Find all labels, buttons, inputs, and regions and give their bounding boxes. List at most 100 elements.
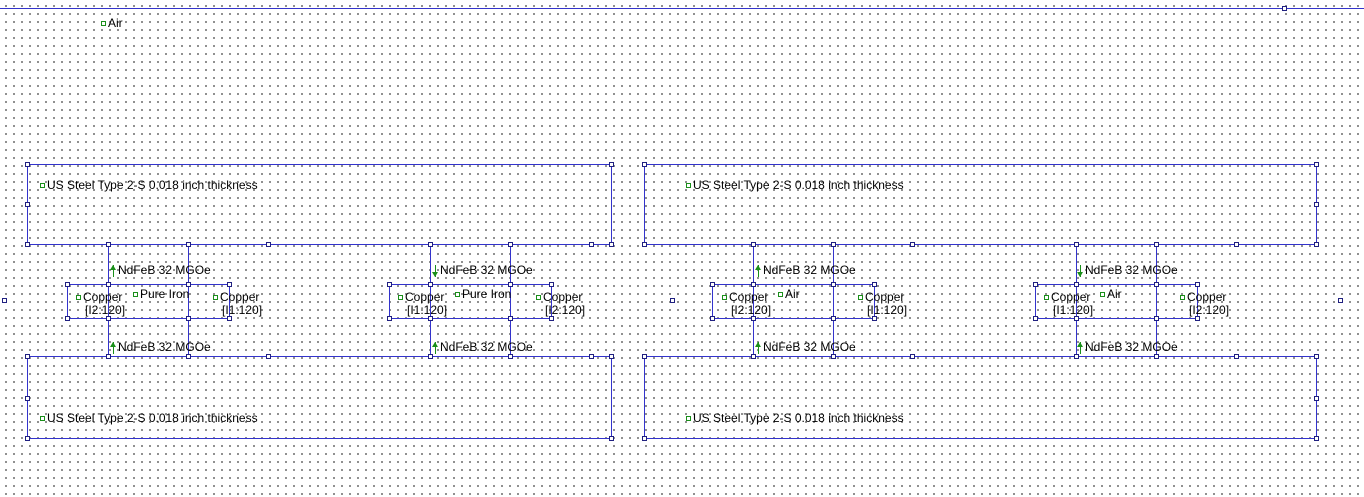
geometry-node[interactable] xyxy=(642,436,647,441)
geometry-nodes[interactable] xyxy=(2,6,1343,441)
geometry-node[interactable] xyxy=(751,354,756,359)
geometry-canvas[interactable]: Air US Steel Type 2-S 0.018 inch thickne… xyxy=(0,0,1364,497)
boundary-lines[interactable] xyxy=(0,8,1364,439)
geometry-node[interactable] xyxy=(1195,316,1200,321)
geometry-node[interactable] xyxy=(1195,282,1200,287)
geometry-node[interactable] xyxy=(65,316,70,321)
geometry-node[interactable] xyxy=(25,162,30,167)
geometry-node[interactable] xyxy=(2,298,7,303)
geometry-node[interactable] xyxy=(1314,396,1319,401)
magnet-label-lower-2[interactable]: NdFeB 32 MGOe xyxy=(432,341,533,354)
copper-label-1a[interactable]: Copper [I2:120] xyxy=(76,291,125,317)
copper-label-2a[interactable]: Copper [I1:120] xyxy=(398,291,447,317)
geometry-node[interactable] xyxy=(642,242,647,247)
magnet-label-upper-1[interactable]: NdFeB 32 MGOe xyxy=(110,264,211,277)
geometry-node[interactable] xyxy=(1314,202,1319,207)
core-label-3[interactable]: Air xyxy=(778,288,800,301)
steel-label-upper-left[interactable]: US Steel Type 2-S 0.018 inch thickness xyxy=(40,179,258,192)
geometry-node[interactable] xyxy=(1074,316,1079,321)
geometry-node[interactable] xyxy=(106,354,111,359)
core-label-4[interactable]: Air xyxy=(1100,288,1122,301)
air-region-label[interactable]: Air xyxy=(101,17,123,30)
geometry-node[interactable] xyxy=(642,354,647,359)
geometry-node[interactable] xyxy=(1314,436,1319,441)
geometry-node[interactable] xyxy=(186,354,191,359)
geometry-node[interactable] xyxy=(1234,354,1239,359)
geometry-node[interactable] xyxy=(670,298,675,303)
steel-label-upper-right[interactable]: US Steel Type 2-S 0.018 inch thickness xyxy=(686,179,904,192)
geometry-node[interactable] xyxy=(508,354,513,359)
geometry-node[interactable] xyxy=(25,354,30,359)
geometry-node[interactable] xyxy=(1154,316,1159,321)
geometry-node[interactable] xyxy=(609,162,614,167)
geometry-node[interactable] xyxy=(1234,242,1239,247)
geometry-node[interactable] xyxy=(25,202,30,207)
copper-label-3a[interactable]: Copper [I2:120] xyxy=(722,291,771,317)
geometry-node[interactable] xyxy=(1314,242,1319,247)
geometry-node[interactable] xyxy=(1074,242,1079,247)
geometry-node[interactable] xyxy=(710,316,715,321)
geometry-node[interactable] xyxy=(428,354,433,359)
geometry-node[interactable] xyxy=(1154,354,1159,359)
geometry-node[interactable] xyxy=(831,282,836,287)
geometry-node[interactable] xyxy=(266,242,271,247)
geometry-node[interactable] xyxy=(549,282,554,287)
geometry-node[interactable] xyxy=(106,242,111,247)
geometry-node[interactable] xyxy=(1314,354,1319,359)
geometry-node[interactable] xyxy=(25,436,30,441)
geometry-node[interactable] xyxy=(65,282,70,287)
geometry-node[interactable] xyxy=(1033,282,1038,287)
geometry-node[interactable] xyxy=(831,354,836,359)
geometry-node[interactable] xyxy=(227,316,232,321)
geometry-node[interactable] xyxy=(25,396,30,401)
geometry-node[interactable] xyxy=(508,282,513,287)
magnet-label-lower-4[interactable]: NdFeB 32 MGOe xyxy=(1077,341,1178,354)
geometry-node[interactable] xyxy=(106,282,111,287)
geometry-node[interactable] xyxy=(106,316,111,321)
geometry-node[interactable] xyxy=(910,354,915,359)
steel-label-lower-left[interactable]: US Steel Type 2-S 0.018 inch thickness xyxy=(40,412,258,425)
geometry-node[interactable] xyxy=(751,242,756,247)
geometry-node[interactable] xyxy=(428,242,433,247)
geometry-node[interactable] xyxy=(642,162,647,167)
geometry-node[interactable] xyxy=(1338,298,1343,303)
lower-steel-plate-right[interactable] xyxy=(644,356,1317,439)
geometry-node[interactable] xyxy=(428,282,433,287)
geometry-node[interactable] xyxy=(266,354,271,359)
core-label-2[interactable]: Pure Iron xyxy=(455,288,511,301)
geometry-node[interactable] xyxy=(831,242,836,247)
geometry-node[interactable] xyxy=(1074,282,1079,287)
steel-label-lower-right[interactable]: US Steel Type 2-S 0.018 inch thickness xyxy=(686,412,904,425)
geometry-node[interactable] xyxy=(831,316,836,321)
geometry-node[interactable] xyxy=(710,282,715,287)
copper-label-1b[interactable]: Copper [I1:120] xyxy=(213,291,262,317)
lower-steel-plate-left[interactable] xyxy=(27,356,612,439)
geometry-node[interactable] xyxy=(609,436,614,441)
geometry-node[interactable] xyxy=(508,316,513,321)
geometry-node[interactable] xyxy=(589,354,594,359)
geometry-node[interactable] xyxy=(508,242,513,247)
geometry-node[interactable] xyxy=(428,316,433,321)
geometry-node[interactable] xyxy=(186,242,191,247)
magnet-label-upper-2[interactable]: NdFeB 32 MGOe xyxy=(432,264,533,277)
magnet-label-lower-3[interactable]: NdFeB 32 MGOe xyxy=(755,341,856,354)
geometry-node[interactable] xyxy=(609,354,614,359)
geometry-node[interactable] xyxy=(751,282,756,287)
magnet-label-lower-1[interactable]: NdFeB 32 MGOe xyxy=(110,341,211,354)
geometry-node[interactable] xyxy=(1282,6,1287,11)
geometry-node[interactable] xyxy=(1154,282,1159,287)
geometry-node[interactable] xyxy=(872,316,877,321)
copper-label-2b[interactable]: Copper [I2:120] xyxy=(536,291,585,317)
magnet-label-upper-4[interactable]: NdFeB 32 MGOe xyxy=(1077,264,1178,277)
geometry-node[interactable] xyxy=(609,242,614,247)
geometry-node[interactable] xyxy=(387,282,392,287)
geometry-node[interactable] xyxy=(186,316,191,321)
geometry-node[interactable] xyxy=(1033,316,1038,321)
copper-label-4a[interactable]: Copper [I1:120] xyxy=(1044,291,1093,317)
geometry-node[interactable] xyxy=(25,242,30,247)
geometry-node[interactable] xyxy=(1074,354,1079,359)
geometry-node[interactable] xyxy=(589,242,594,247)
magnet-label-upper-3[interactable]: NdFeB 32 MGOe xyxy=(755,264,856,277)
copper-label-3b[interactable]: Copper [I1:120] xyxy=(858,291,907,317)
core-label-1[interactable]: Pure Iron xyxy=(133,288,189,301)
